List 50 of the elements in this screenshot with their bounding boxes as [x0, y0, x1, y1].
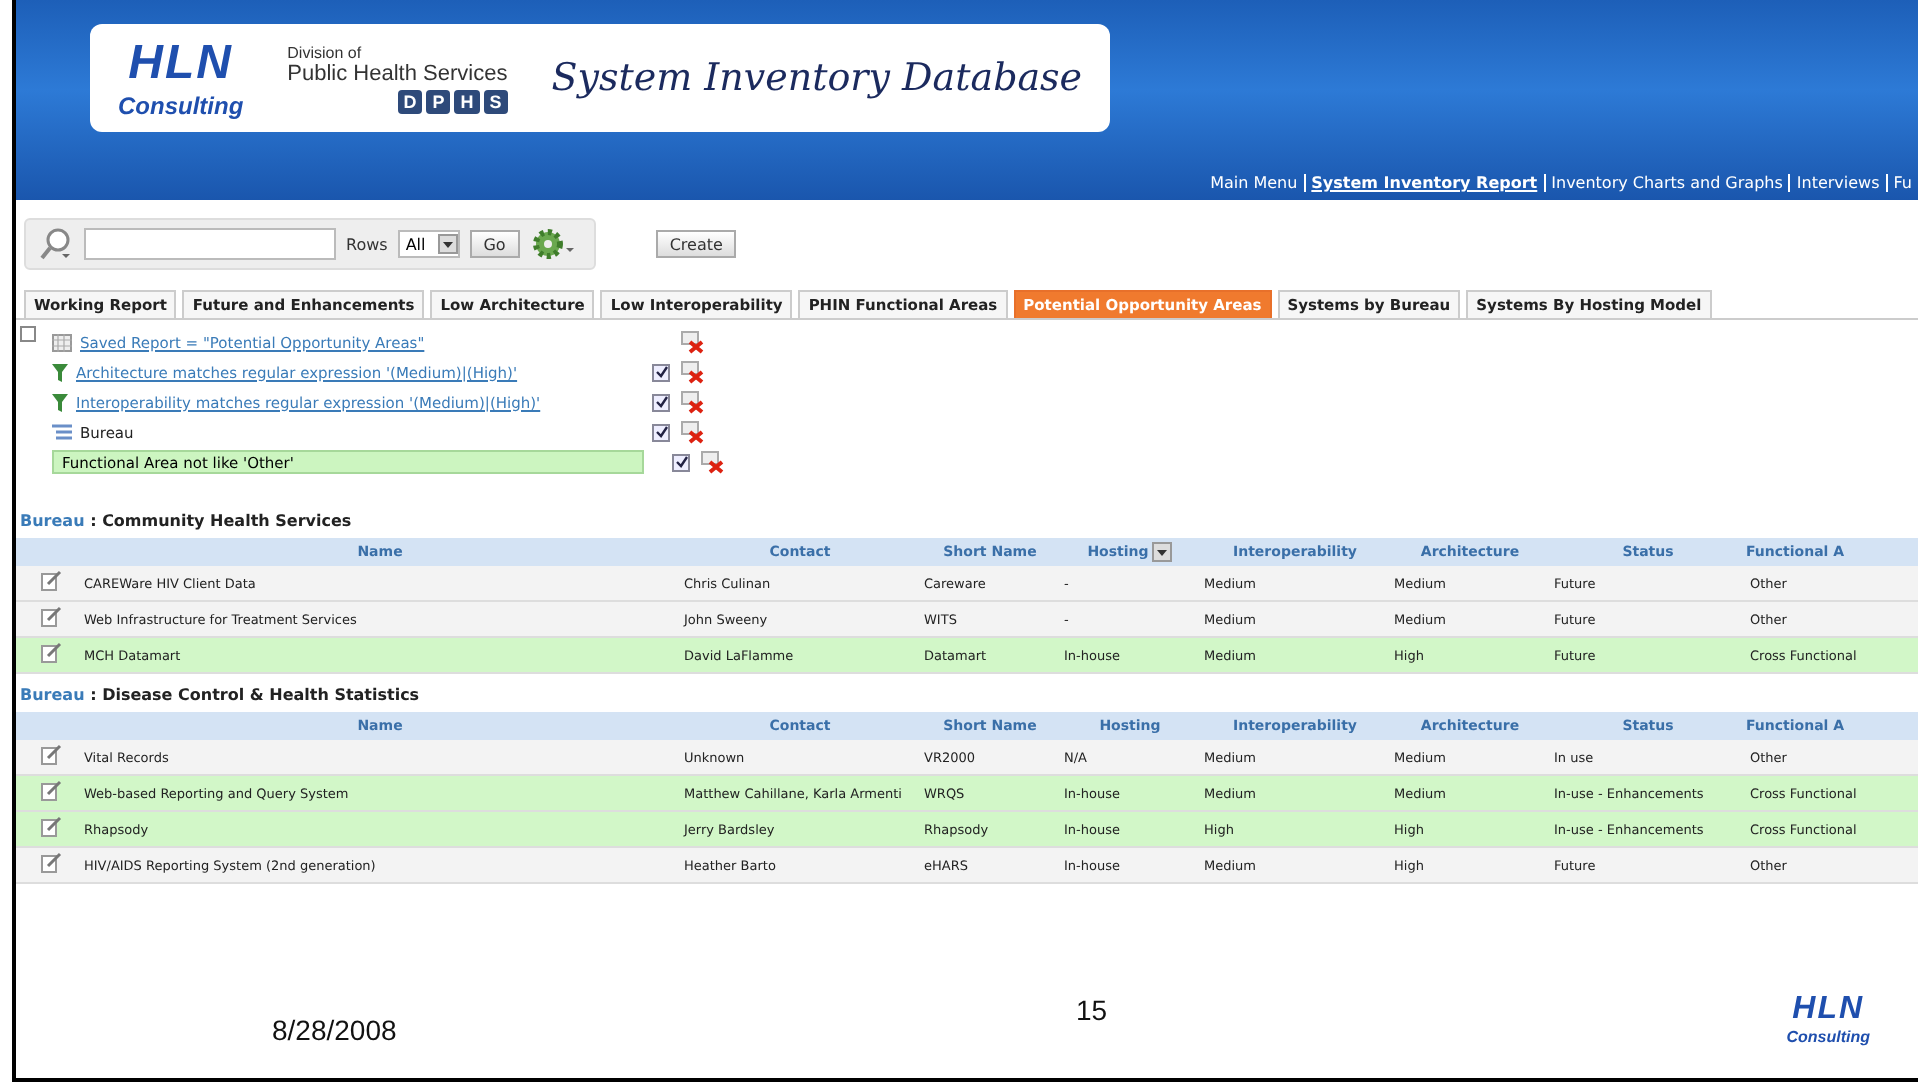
rows-select[interactable]: All [397, 230, 460, 258]
logo-text: HLN [128, 36, 233, 92]
search-icon[interactable] [38, 226, 74, 262]
delete-icon[interactable] [680, 390, 704, 414]
edit-icon[interactable] [39, 570, 61, 592]
nav-link[interactable]: System Inventory Report [1303, 174, 1544, 192]
nav-link[interactable]: Interviews [1788, 174, 1886, 192]
search-field[interactable] [84, 228, 336, 260]
group-heading: Bureau : Community Health Services [18, 510, 354, 534]
edit-icon[interactable] [39, 780, 61, 802]
create-button[interactable]: Create [655, 230, 737, 258]
checkbox[interactable] [672, 453, 690, 471]
checkbox[interactable] [652, 393, 670, 411]
nav-link[interactable]: Main Menu [1204, 174, 1304, 192]
nav-link[interactable]: Fu [1885, 174, 1918, 192]
edit-icon[interactable] [39, 816, 61, 838]
header-cell [16, 538, 80, 566]
edit-icon[interactable] [39, 606, 61, 628]
go-button[interactable]: Go [469, 230, 520, 258]
gear-icon[interactable] [529, 226, 578, 262]
checkbox[interactable] [652, 363, 670, 381]
slide-date: 8/28/2008 [272, 1014, 397, 1046]
app-title: System Inventory Database [551, 56, 1083, 100]
table-icon [52, 333, 72, 351]
letter-tile: D [397, 89, 423, 113]
delete-icon[interactable] [700, 450, 724, 474]
rows-label: Rows [346, 235, 388, 253]
logo-text: HLN [1792, 992, 1865, 1028]
letter-tile: H [454, 89, 480, 113]
letter-tile: P [426, 89, 451, 113]
checkbox[interactable] [652, 423, 670, 441]
caret-icon[interactable] [1152, 542, 1173, 562]
list-icon [52, 423, 72, 441]
group-heading: Bureau : Disease Control & Health Statistics [18, 684, 422, 708]
edit-icon[interactable] [39, 744, 61, 766]
collapse-toggle[interactable] [20, 326, 36, 342]
edit-icon[interactable] [39, 852, 61, 874]
logo-subtext: Consulting [118, 92, 244, 120]
letter-tile: S [483, 89, 508, 113]
delete-icon[interactable] [680, 330, 704, 354]
page-number: 15 [1075, 994, 1108, 1026]
delete-icon[interactable] [680, 420, 704, 444]
header-cell [16, 712, 80, 740]
nav-link[interactable]: Inventory Charts and Graphs [1543, 174, 1789, 192]
caret-icon[interactable] [437, 234, 458, 254]
division-name: Public Health Services [287, 61, 508, 85]
logo-subtext: Consulting [1786, 1028, 1870, 1046]
edit-icon[interactable] [39, 642, 61, 664]
division-caption: Division of [287, 43, 362, 61]
delete-icon[interactable] [680, 360, 704, 384]
